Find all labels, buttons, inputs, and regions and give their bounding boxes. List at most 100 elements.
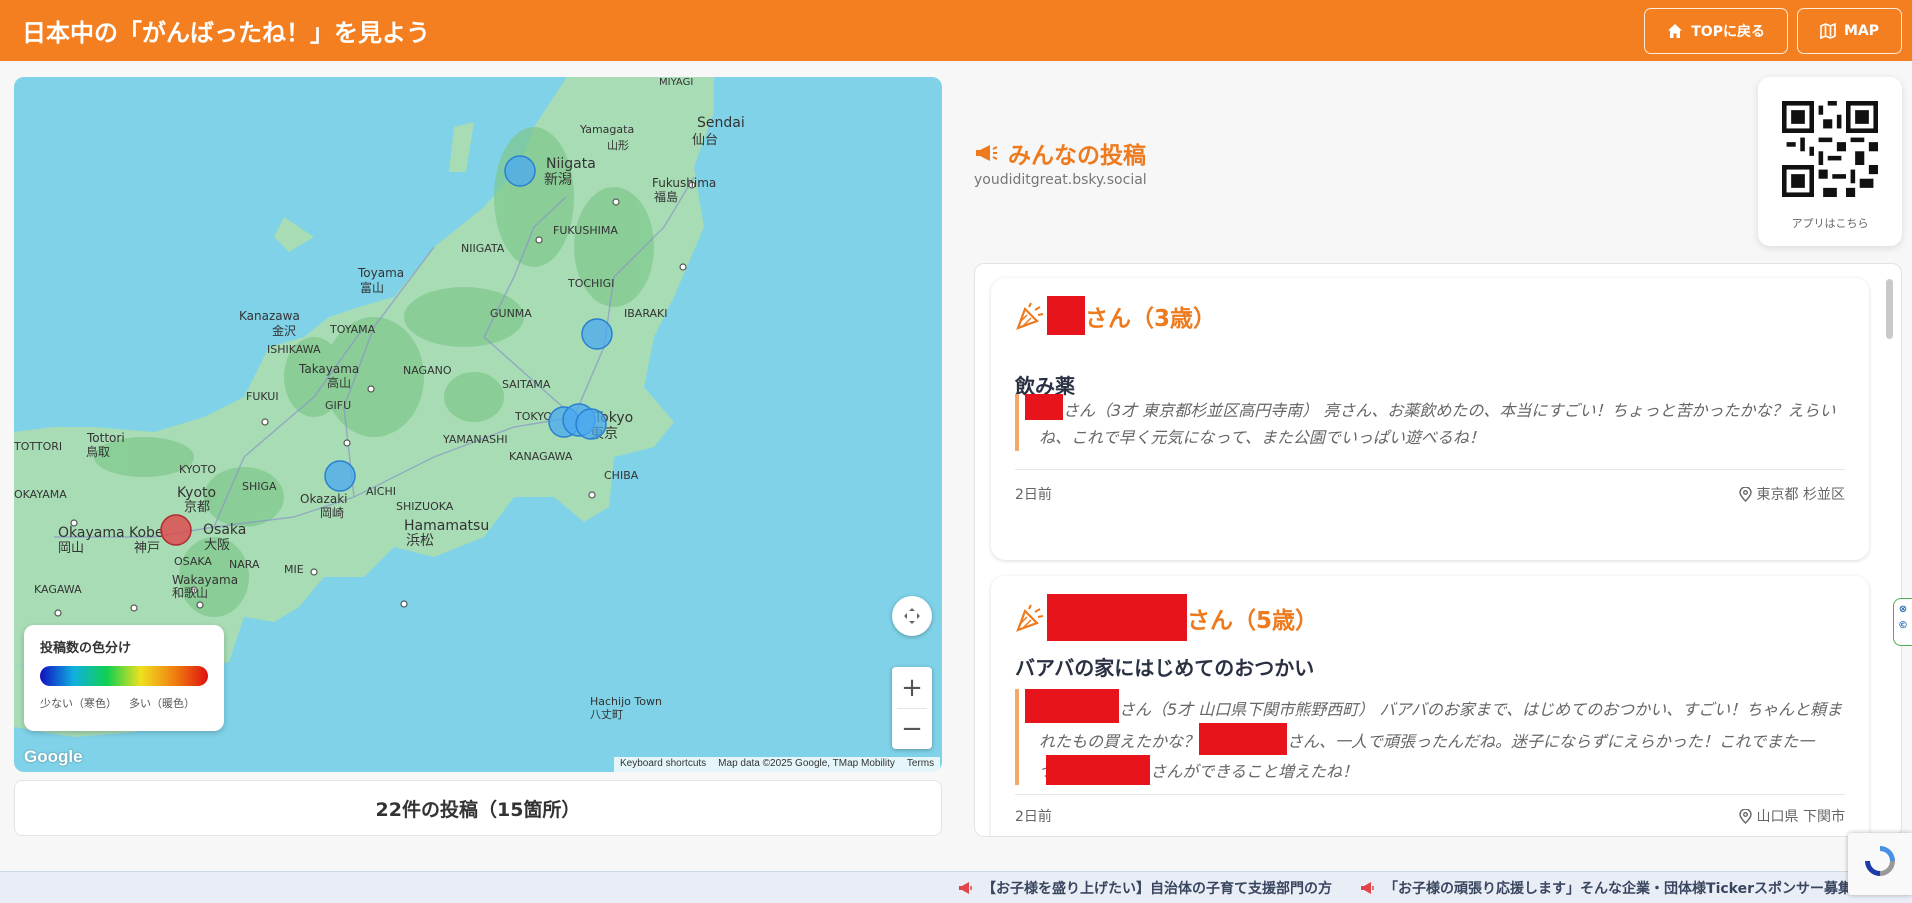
- map-button-label: MAP: [1843, 22, 1879, 39]
- redacted-name: [1047, 296, 1085, 335]
- label-kanagawa: KANAGAWA: [509, 450, 573, 463]
- feed-handle: youdiditgreat.bsky.social: [974, 172, 1147, 188]
- zoom-in-button[interactable]: +: [892, 668, 932, 708]
- camera-control-button[interactable]: [892, 596, 932, 636]
- label-okayama-pref: OKAYAMA: [14, 488, 67, 501]
- label-saitama: SAITAMA: [502, 378, 551, 391]
- label-tottori-pref: TOTTORI: [14, 440, 62, 453]
- label-mie: MIE: [284, 563, 304, 576]
- label-ishikawa: ISHIKAWA: [267, 343, 321, 356]
- redacted-name: [1025, 394, 1063, 420]
- top-button-label: TOPに戻る: [1691, 23, 1765, 40]
- legend-gradient: [40, 666, 208, 686]
- post-divider: [1015, 469, 1845, 470]
- marker-tokyo-3[interactable]: [575, 408, 607, 440]
- post-location-text: 山口県 下関市: [1756, 809, 1845, 825]
- map-icon: [1820, 22, 1836, 39]
- marker-okazaki[interactable]: [324, 460, 356, 492]
- post-name: さん（3歳）: [1015, 296, 1216, 335]
- post-divider: [1015, 794, 1845, 795]
- label-sendai: Sendai: [697, 115, 745, 131]
- label-fukushima-jp: 福島: [654, 189, 678, 204]
- feed-title: みんなの投稿: [974, 136, 1146, 170]
- post-feed[interactable]: さん（3歳） 飲み薬 さん（3才 東京都杉並区高円寺南） 亮さん、お薬飲めたの、…: [974, 263, 1902, 837]
- label-miyagi: MIYAGI: [659, 77, 693, 88]
- label-tokyo-pref: TOKYO: [514, 410, 552, 423]
- label-kagawa: KAGAWA: [34, 583, 82, 596]
- label-toyama: Toyama: [357, 266, 404, 280]
- label-nagano: NAGANO: [403, 364, 452, 377]
- map-button[interactable]: MAP: [1796, 7, 1902, 54]
- qr-code: [1782, 101, 1878, 197]
- label-yamanashi: YAMANASHI: [442, 433, 508, 446]
- label-osaka: Osaka: [203, 522, 246, 538]
- label-toyama-pref: TOYAMA: [329, 323, 376, 336]
- color-legend: 投稿数の色分け 少ない（寒色） 多い（暖色）: [24, 625, 224, 731]
- label-tottori: Tottori: [86, 431, 125, 445]
- ticker-item[interactable]: 「お子様の頑張り応援します」そんな企業・団体様Tickerスポンサー募集: [1360, 878, 1852, 898]
- post-name-suffix: さん（3歳）: [1085, 305, 1217, 332]
- label-okazaki-jp: 岡崎: [320, 506, 344, 520]
- label-hachijo-jp: 八丈町: [590, 708, 623, 721]
- label-gunma: GUNMA: [490, 307, 532, 320]
- header-nav: TOPに戻る MAP: [1644, 7, 1902, 54]
- label-wakayama-jp: 和歌山: [172, 585, 208, 600]
- legend-title: 投稿数の色分け: [40, 641, 132, 656]
- pan-arrows-icon: [904, 608, 920, 624]
- location-pin-icon: [1738, 808, 1752, 824]
- label-fukushima-pref: FUKUSHIMA: [553, 224, 618, 237]
- sponsor-ticker[interactable]: 【お子様を盛り上げたい】自治体の子育て支援部門の方 「お子様の頑張り応援します」…: [0, 871, 1912, 903]
- post-body-text: さん（3才 東京都杉並区高円寺南） 亮さん、お薬飲めたの、本当にすごい！ちょっと…: [1039, 401, 1836, 447]
- label-wakayama: Wakayama: [172, 573, 238, 587]
- label-yamagata: Yamagata: [579, 123, 634, 136]
- label-chiba: CHIBA: [604, 469, 639, 482]
- location-pin-icon: [1738, 486, 1752, 502]
- marker-tochigi[interactable]: [581, 318, 613, 350]
- post-location: 山口県 下関市: [1738, 806, 1845, 826]
- label-fukushima: Fukushima: [652, 176, 716, 190]
- currency-icon[interactable]: ©: [1894, 620, 1912, 631]
- label-shiga: SHIGA: [242, 480, 277, 493]
- post-time: 2日前: [1015, 487, 1052, 503]
- post-heading: バアバの家にはじめてのおつかい: [1015, 656, 1315, 680]
- map-view[interactable]: MIYAGI Sendai 仙台 Yamagata 山形 Niigata 新潟 …: [14, 77, 942, 772]
- zoom-out-button[interactable]: −: [892, 709, 932, 749]
- legend-high-label: 多い（暖色）: [129, 697, 195, 710]
- party-popper-icon: [1016, 302, 1044, 330]
- close-circle-icon[interactable]: ⊗: [1894, 604, 1912, 615]
- map-data-credit: Map data ©2025 Google, TMap Mobility: [718, 758, 895, 769]
- label-kobe-jp: 神戸: [134, 541, 160, 556]
- marker-kobe[interactable]: [160, 514, 192, 546]
- post-body: さん（5才 山口県下関市熊野西町） バアバのお家まで、はじめてのおつかい、すごい…: [1015, 689, 1845, 785]
- post-body-text-c: さんができること増えたね！: [1150, 762, 1359, 781]
- label-sendai-jp: 仙台: [692, 133, 718, 148]
- label-nara: NARA: [229, 558, 260, 571]
- post-location: 東京都 杉並区: [1738, 484, 1845, 504]
- label-niigata-jp: 新潟: [544, 172, 572, 188]
- recaptcha-icon: [1865, 846, 1895, 876]
- feed-scrollbar[interactable]: [1886, 279, 1893, 339]
- marker-niigata[interactable]: [504, 155, 536, 187]
- label-okayama-jp: 岡山: [58, 541, 84, 556]
- label-kyoto: Kyoto: [177, 485, 216, 501]
- label-hamamatsu-jp: 浜松: [406, 533, 434, 549]
- terms-link[interactable]: Terms: [907, 758, 934, 771]
- post-card[interactable]: さん（5歳） バアバの家にはじめてのおつかい さん（5才 山口県下関市熊野西町）…: [991, 576, 1869, 836]
- post-name: さん（5歳）: [1015, 594, 1318, 641]
- label-fukui: FUKUI: [246, 390, 279, 403]
- keyboard-shortcuts-link[interactable]: Keyboard shortcuts: [620, 758, 706, 771]
- post-card[interactable]: さん（3歳） 飲み薬 さん（3才 東京都杉並区高円寺南） 亮さん、お薬飲めたの、…: [991, 278, 1869, 560]
- megaphone-icon: [1361, 881, 1374, 894]
- top-button[interactable]: TOPに戻る: [1644, 7, 1788, 54]
- post-count: 22件の投稿（15箇所）: [14, 780, 942, 836]
- app-qr-card[interactable]: アプリはこちら: [1758, 77, 1902, 246]
- ticker-item[interactable]: 【お子様を盛り上げたい】自治体の子育て支援部門の方: [958, 878, 1332, 898]
- label-okazaki: Okazaki: [300, 492, 347, 506]
- home-icon: [1668, 23, 1683, 38]
- map-attribution: Keyboard shortcuts Map data ©2025 Google…: [614, 757, 941, 772]
- label-kyoto-pref: KYOTO: [179, 463, 216, 476]
- post-location-text: 東京都 杉並区: [1756, 487, 1845, 503]
- label-gifu: GIFU: [325, 399, 351, 412]
- recaptcha-badge[interactable]: [1848, 833, 1912, 895]
- side-widget[interactable]: ⊗ ©: [1893, 598, 1912, 646]
